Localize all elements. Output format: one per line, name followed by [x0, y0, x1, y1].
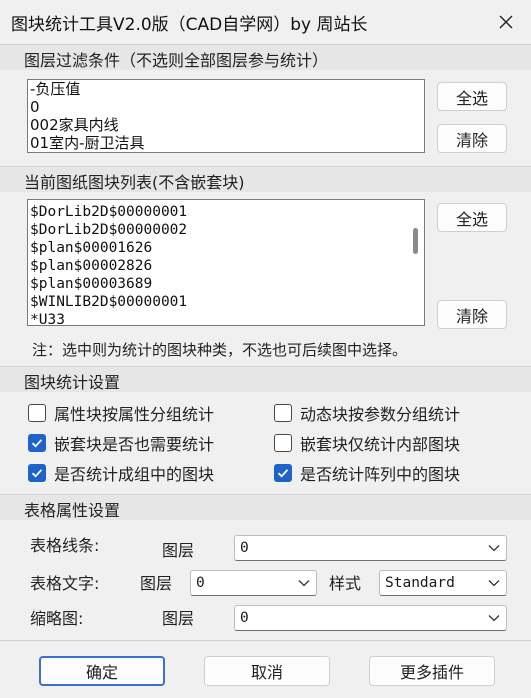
chevron-down-icon — [488, 580, 500, 587]
option-group-blocks[interactable]: 是否统计成组中的图块 — [28, 461, 214, 485]
chevron-down-icon — [298, 580, 310, 587]
scroll-thumb[interactable] — [413, 228, 418, 254]
block-list-scrollbar[interactable] — [406, 200, 424, 325]
checkbox-nested-inner[interactable] — [274, 434, 292, 452]
option-label: 嵌套块是否也需要统计 — [54, 435, 215, 454]
option-label: 是否统计成组中的图块 — [54, 465, 215, 484]
table-line-layer-select[interactable]: 0 — [234, 535, 507, 561]
table-text-style-select[interactable]: Standard — [379, 570, 507, 596]
select-value: 0 — [240, 610, 249, 626]
footer-divider — [0, 640, 531, 641]
list-item[interactable]: $plan$00001626 — [28, 239, 424, 257]
option-label: 嵌套块仅统计内部图块 — [300, 435, 461, 454]
thumbnail-layer-label: 图层 — [162, 609, 195, 628]
stats-settings-heading: 图块统计设置 — [24, 373, 121, 392]
option-nested-count[interactable]: 嵌套块是否也需要统计 — [28, 431, 214, 455]
layer-filter-heading: 图层过滤条件（不选则全部图层参与统计） — [24, 51, 329, 70]
checkmark-icon — [277, 469, 289, 478]
table-line-label: 表格线条: — [30, 536, 100, 555]
cancel-button[interactable]: 取消 — [204, 656, 330, 686]
list-item[interactable]: $WINLIB2D$00000001 — [28, 293, 424, 311]
block-list-heading: 当前图纸图块列表(不含嵌套块) — [24, 173, 245, 192]
layer-select-all-button[interactable]: 全选 — [437, 82, 507, 111]
list-item[interactable]: $DorLib2D$00000002 — [28, 221, 424, 239]
list-item[interactable]: $plan$00002826 — [28, 257, 424, 275]
list-item[interactable]: $plan$00003689 — [28, 275, 424, 293]
option-attr-group[interactable]: 属性块按属性分组统计 — [28, 401, 214, 425]
layer-clear-button[interactable]: 清除 — [437, 124, 507, 153]
list-item[interactable]: 002家具内线 — [28, 116, 424, 134]
table-text-style-label: 样式 — [329, 574, 362, 593]
table-text-layer-select[interactable]: 0 — [190, 570, 317, 596]
table-settings-heading: 表格属性设置 — [24, 501, 121, 520]
select-value: 0 — [196, 575, 205, 591]
list-item[interactable]: -负压值 — [28, 80, 424, 98]
thumbnail-layer-select[interactable]: 0 — [234, 605, 507, 631]
option-label: 属性块按属性分组统计 — [54, 405, 215, 424]
more-plugins-button[interactable]: 更多插件 — [369, 656, 495, 686]
option-label: 是否统计阵列中的图块 — [300, 465, 461, 484]
checkbox-dynamic-group[interactable] — [274, 404, 292, 422]
checkmark-icon — [31, 439, 43, 448]
block-list-section: 当前图纸图块列表(不含嵌套块) — [0, 166, 531, 192]
list-item[interactable]: 01室内-厨卫洁具 — [28, 134, 424, 152]
list-item[interactable]: $DorLib2D$00000001 — [28, 203, 424, 221]
ok-button[interactable]: 确定 — [39, 656, 165, 686]
table-settings-section: 表格属性设置 — [0, 494, 531, 520]
checkbox-array-blocks[interactable] — [274, 464, 292, 482]
title-bar: 图块统计工具V2.0版（CAD自学网）by 周站长 — [0, 0, 531, 44]
block-select-all-button[interactable]: 全选 — [437, 203, 507, 232]
block-clear-button[interactable]: 清除 — [437, 300, 507, 329]
checkbox-nested-count[interactable] — [28, 434, 46, 452]
chevron-down-icon — [488, 545, 500, 552]
option-array-blocks[interactable]: 是否统计阵列中的图块 — [274, 461, 460, 485]
block-list[interactable]: $DorLib2D$00000001 $DorLib2D$00000002 $p… — [27, 199, 425, 326]
thumbnail-label: 缩略图: — [30, 609, 84, 628]
layer-list-scrollbar[interactable] — [406, 80, 424, 152]
list-item[interactable]: 0 — [28, 98, 424, 116]
layer-list[interactable]: -负压值 0 002家具内线 01室内-厨卫洁具 — [27, 79, 425, 153]
close-button[interactable] — [491, 8, 521, 36]
close-icon — [499, 15, 513, 29]
checkbox-attr-group[interactable] — [28, 404, 46, 422]
list-item[interactable]: *U33 — [28, 311, 424, 325]
table-text-layer-label: 图层 — [140, 574, 173, 593]
checkmark-icon — [31, 469, 43, 478]
stats-settings-section: 图块统计设置 — [0, 366, 531, 392]
layer-filter-section: 图层过滤条件（不选则全部图层参与统计） — [0, 44, 531, 70]
select-value: 0 — [240, 540, 249, 556]
chevron-down-icon — [488, 615, 500, 622]
select-value: Standard — [385, 575, 455, 591]
window-title: 图块统计工具V2.0版（CAD自学网）by 周站长 — [11, 15, 368, 35]
option-label: 动态块按参数分组统计 — [300, 405, 461, 424]
option-nested-inner[interactable]: 嵌套块仅统计内部图块 — [274, 431, 460, 455]
table-line-layer-label: 图层 — [162, 541, 195, 560]
block-list-note: 注：选中则为统计的图块种类，不选也可后续图中选择。 — [32, 341, 408, 359]
table-text-label: 表格文字: — [30, 574, 100, 593]
checkbox-group-blocks[interactable] — [28, 464, 46, 482]
option-dynamic-group[interactable]: 动态块按参数分组统计 — [274, 401, 460, 425]
